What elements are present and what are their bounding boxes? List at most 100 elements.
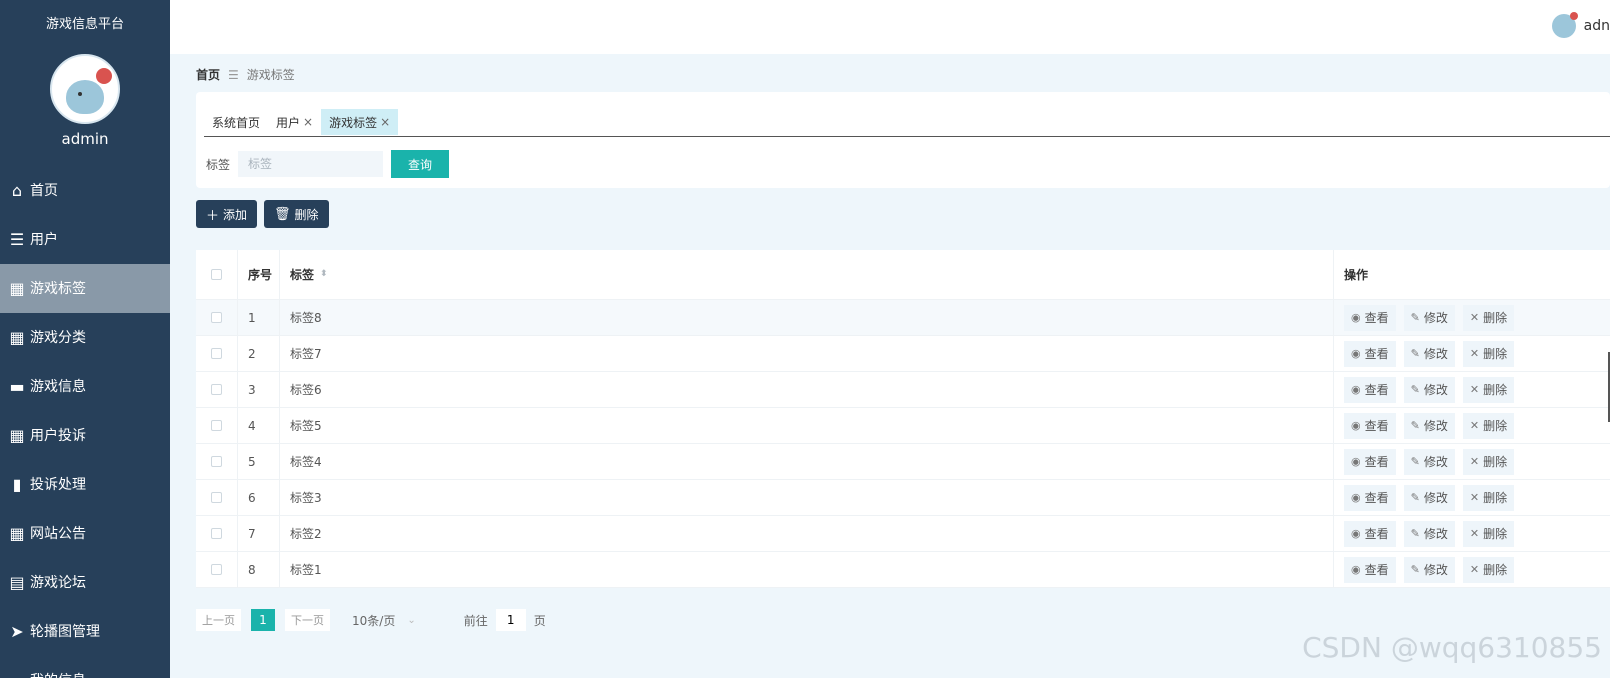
sidebar-item-4[interactable]: ▬ 游戏信息 [0, 362, 170, 411]
sidebar-item-6[interactable]: ▮ 投诉处理 [0, 460, 170, 509]
row-checkbox[interactable] [211, 528, 222, 539]
delete-button-label: 删除 [294, 207, 319, 222]
row-tag: 标签5 [280, 408, 1334, 443]
row-tag: 标签7 [280, 336, 1334, 371]
edit-button[interactable]: ✎ 修改 [1403, 376, 1455, 403]
row-delete-button[interactable]: ✕ 删除 [1462, 304, 1515, 331]
delete-label: 删除 [1483, 419, 1508, 433]
row-delete-button[interactable]: ✕ 删除 [1462, 412, 1515, 439]
table-body: 1 标签8 ◉ 查看 ✎ 修改 ✕ 删除 2 标签7 ◉ 查看 ✎ 修改 ✕ 删除 3 标签6 ◉ 查看 ✎ 修改 ✕ 删除 4… [196, 300, 1610, 588]
row-tag-value: 标签8 [290, 311, 322, 325]
sidebar-item-3[interactable]: ▦ 游戏分类 [0, 313, 170, 362]
top-user-menu[interactable]: adn [1551, 12, 1610, 38]
view-button[interactable]: ◉ 查看 [1344, 304, 1396, 331]
table-row: 6 标签3 ◉ 查看 ✎ 修改 ✕ 删除 [196, 480, 1610, 516]
sidebar-item-10[interactable]: ▭ 我的信息 [0, 656, 170, 678]
edit-button[interactable]: ✎ 修改 [1403, 340, 1455, 367]
row-ops: ◉ 查看 ✎ 修改 ✕ 删除 [1334, 516, 1610, 551]
row-delete-button[interactable]: ✕ 删除 [1462, 376, 1515, 403]
edit-icon: ✎ [1410, 527, 1420, 540]
filter-card: 系统首页用户×游戏标签× 标签 查询 [196, 92, 1610, 188]
sidebar-item-1[interactable]: ☰ 用户 [0, 215, 170, 264]
row-index: 4 [238, 408, 280, 443]
row-checkbox[interactable] [211, 312, 222, 323]
edit-button[interactable]: ✎ 修改 [1403, 556, 1455, 583]
view-label: 查看 [1364, 455, 1389, 469]
watermark: CSDN @wqq6310855 [1302, 631, 1602, 664]
eye-icon: ◉ [1351, 383, 1361, 396]
query-button[interactable]: 查询 [391, 150, 450, 178]
select-all-checkbox[interactable] [211, 269, 222, 280]
row-checkbox-cell [196, 300, 238, 335]
grid-icon: ▦ [9, 328, 25, 347]
view-button[interactable]: ◉ 查看 [1344, 340, 1396, 367]
breadcrumb-home[interactable]: 首页 [196, 66, 220, 83]
sidebar-item-0[interactable]: ⌂ 首页 [0, 166, 170, 215]
view-button[interactable]: ◉ 查看 [1344, 448, 1396, 475]
row-delete-button[interactable]: ✕ 删除 [1462, 484, 1515, 511]
view-button[interactable]: ◉ 查看 [1344, 376, 1396, 403]
row-checkbox[interactable] [211, 348, 222, 359]
sidebar-item-label: 首页 [30, 182, 58, 199]
sidebar-item-label: 投诉处理 [30, 476, 86, 493]
edit-label: 修改 [1423, 383, 1448, 397]
table-row: 3 标签6 ◉ 查看 ✎ 修改 ✕ 删除 [196, 372, 1610, 408]
edit-button[interactable]: ✎ 修改 [1403, 484, 1455, 511]
sliders-icon: ☰ [9, 230, 25, 249]
sort-icon[interactable]: ⬍ [320, 270, 328, 279]
edit-button[interactable]: ✎ 修改 [1403, 448, 1455, 475]
view-label: 查看 [1364, 563, 1389, 577]
row-checkbox[interactable] [211, 384, 222, 395]
view-button[interactable]: ◉ 查看 [1344, 412, 1396, 439]
header-tag[interactable]: 标签 ⬍ [280, 250, 1334, 299]
edit-button[interactable]: ✎ 修改 [1403, 412, 1455, 439]
add-button[interactable]: ＋ 添加 [196, 200, 258, 228]
avatar-flower [96, 68, 112, 84]
tab-2[interactable]: 游戏标签 × [321, 109, 399, 135]
close-icon[interactable]: × [380, 115, 390, 129]
row-checkbox[interactable] [211, 492, 222, 503]
row-index-value: 3 [248, 382, 256, 397]
row-checkbox[interactable] [211, 564, 222, 575]
grid-icon: ▦ [9, 426, 25, 445]
row-checkbox-cell [196, 516, 238, 551]
prev-page-button[interactable]: 上一页 [196, 609, 241, 631]
edit-label: 修改 [1423, 347, 1448, 361]
row-index: 7 [238, 516, 280, 551]
edit-button[interactable]: ✎ 修改 [1403, 520, 1455, 547]
tab-1[interactable]: 用户 × [268, 109, 321, 135]
row-delete-button[interactable]: ✕ 删除 [1462, 448, 1515, 475]
row-delete-button[interactable]: ✕ 删除 [1462, 556, 1515, 583]
view-button[interactable]: ◉ 查看 [1344, 520, 1396, 547]
sidebar-item-2[interactable]: ▦ 游戏标签 [0, 264, 170, 313]
sidebar-item-7[interactable]: ▦ 网站公告 [0, 509, 170, 558]
sidebar-item-9[interactable]: ➤ 轮播图管理 [0, 607, 170, 656]
view-button[interactable]: ◉ 查看 [1344, 484, 1396, 511]
send-icon: ➤ [10, 622, 24, 641]
eye-icon: ◉ [1351, 455, 1361, 468]
avatar[interactable] [50, 54, 120, 124]
table-row: 2 标签7 ◉ 查看 ✎ 修改 ✕ 删除 [196, 336, 1610, 372]
current-page[interactable]: 1 [251, 609, 275, 631]
row-checkbox[interactable] [211, 456, 222, 467]
row-ops: ◉ 查看 ✎ 修改 ✕ 删除 [1334, 372, 1610, 407]
next-page-button[interactable]: 下一页 [285, 609, 330, 631]
sidebar-item-8[interactable]: ▤ 游戏论坛 [0, 558, 170, 607]
row-delete-button[interactable]: ✕ 删除 [1462, 340, 1515, 367]
edit-button[interactable]: ✎ 修改 [1403, 304, 1455, 331]
avatar-eye [78, 92, 82, 96]
row-tag-value: 标签3 [290, 491, 322, 505]
row-checkbox[interactable] [211, 420, 222, 431]
goto-suffix: 页 [533, 613, 546, 628]
tag-search-input[interactable] [238, 151, 384, 177]
row-delete-button[interactable]: ✕ 删除 [1462, 520, 1515, 547]
tab-0[interactable]: 系统首页 [204, 109, 268, 135]
sidebar-menu: ⌂ 首页 ☰ 用户 ▦ 游戏标签 ▦ 游戏分类 ▬ 游戏信息 ▦ 用户投诉 ▮ 投诉处理 ▦ 网站公告 ▤ 游戏论… [0, 166, 170, 678]
sidebar-item-5[interactable]: ▦ 用户投诉 [0, 411, 170, 460]
edit-icon: ✎ [1410, 311, 1420, 324]
goto-page-input[interactable] [495, 609, 526, 631]
close-icon[interactable]: × [303, 115, 313, 129]
delete-button[interactable]: 🗑 删除 [264, 200, 329, 228]
view-button[interactable]: ◉ 查看 [1344, 556, 1396, 583]
page-size-select[interactable]: 10条/页 ⌄ [352, 612, 416, 629]
